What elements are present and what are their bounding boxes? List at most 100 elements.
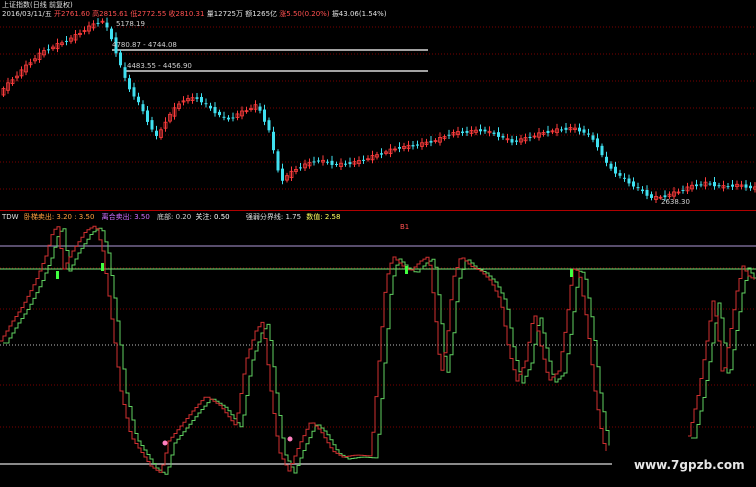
candle-body bbox=[272, 131, 275, 151]
info-change: 涨5.50(0.20%) bbox=[279, 10, 330, 18]
candle-body bbox=[510, 139, 514, 143]
candle-body bbox=[749, 185, 752, 189]
candle-body bbox=[137, 96, 140, 103]
candle-body bbox=[312, 161, 316, 163]
oscillator-green-line-2 bbox=[691, 267, 756, 439]
candle-body bbox=[713, 182, 716, 187]
candle-body bbox=[416, 144, 419, 146]
b1-marker-label: B1 bbox=[400, 223, 410, 231]
candle-body bbox=[335, 163, 338, 165]
candle-body bbox=[591, 135, 595, 140]
candle-body bbox=[636, 187, 640, 189]
candle-body bbox=[497, 132, 500, 137]
candle-body bbox=[600, 145, 604, 156]
info-low: 低2772.55 bbox=[130, 10, 167, 18]
candle-body bbox=[663, 195, 667, 198]
candle-body bbox=[528, 136, 532, 138]
candle-body bbox=[695, 184, 698, 187]
candle-body bbox=[204, 103, 208, 105]
candle-body bbox=[632, 181, 635, 187]
candle-body bbox=[411, 145, 415, 147]
candle-body bbox=[578, 127, 581, 132]
candle-body bbox=[492, 132, 496, 134]
candle-body bbox=[344, 163, 347, 165]
indicator-panel[interactable]: TDW 卧梯卖出: 3.20 : 3.50 离合卖出: 3.50 底部: 0.2… bbox=[0, 211, 756, 487]
candle-body bbox=[362, 159, 365, 161]
candle-body bbox=[65, 40, 68, 42]
resistance-level-2-label: 4483.55 - 4456.90 bbox=[127, 62, 192, 70]
buy-signal-marker-0 bbox=[162, 440, 168, 446]
peak-price-label: 5178.19 bbox=[116, 20, 145, 28]
candle-body bbox=[560, 129, 563, 131]
candle-body bbox=[213, 107, 217, 114]
oscillator-red-line-2 bbox=[688, 265, 755, 437]
candle-body bbox=[209, 105, 212, 109]
candle-body bbox=[105, 22, 109, 28]
candle-body bbox=[461, 131, 464, 133]
candle-body bbox=[380, 153, 383, 155]
legend-item-3: 关注: 0.50 bbox=[195, 213, 230, 221]
candle-body bbox=[645, 189, 649, 196]
candle-body bbox=[546, 130, 550, 133]
candle-body bbox=[150, 120, 154, 130]
candle-body bbox=[681, 189, 685, 191]
candle-body bbox=[501, 136, 505, 138]
watermark-box: www.7gpzb.com bbox=[612, 450, 756, 487]
candle-body bbox=[627, 178, 631, 184]
sell-signal-marker-2 bbox=[405, 266, 408, 274]
sell-signal-marker-1 bbox=[101, 263, 104, 271]
candle-body bbox=[483, 129, 487, 132]
price-chart-panel[interactable]: 上证指数(日线 前复权) 2016/03/11/五 开2761.60 高2815… bbox=[0, 0, 756, 210]
info-amplitude: 振43.06(1.54%) bbox=[331, 10, 387, 18]
indicator-legend: TDW 卧梯卖出: 3.20 : 3.50 离合卖出: 3.50 底部: 0.2… bbox=[2, 213, 340, 222]
info-close: 收2810.31 bbox=[168, 10, 205, 18]
candle-body bbox=[146, 110, 149, 122]
info-open: 开2761.60 bbox=[53, 10, 90, 18]
watermark-text: www.7gpzb.com bbox=[634, 458, 745, 472]
candle-body bbox=[726, 186, 730, 188]
resistance-level-1-label: 4780.87 - 4744.08 bbox=[112, 41, 177, 49]
candle-body bbox=[276, 151, 280, 171]
candle-body bbox=[195, 97, 199, 99]
candle-body bbox=[110, 28, 113, 40]
ohlc-info-bar: 2016/03/11/五 开2761.60 高2815.61 低2772.55 … bbox=[2, 10, 387, 19]
candle-body bbox=[564, 127, 568, 130]
candle-body bbox=[263, 109, 266, 122]
legend-item-0: 卧梯卖出: 3.20 : 3.50 bbox=[23, 213, 95, 221]
header-title: 上证指数(日线 前复权) bbox=[2, 1, 73, 9]
candle-body bbox=[465, 130, 469, 133]
candle-body bbox=[623, 177, 626, 179]
candle-body bbox=[429, 140, 433, 143]
candle-body bbox=[515, 140, 518, 142]
candle-body bbox=[231, 117, 235, 119]
candle-body bbox=[717, 185, 721, 187]
candle-body bbox=[281, 168, 284, 181]
candle-body bbox=[447, 134, 451, 136]
candle-body bbox=[227, 117, 230, 120]
candle-body bbox=[479, 129, 482, 132]
legend-item-4: 强弱分界线: 1.75 bbox=[245, 213, 302, 221]
oscillator-green-line bbox=[3, 227, 610, 475]
candle-body bbox=[218, 111, 221, 116]
candle-body bbox=[582, 129, 586, 133]
candle-body bbox=[141, 104, 145, 112]
bottom-price-label: 2638.30 bbox=[661, 198, 690, 206]
candle-body bbox=[200, 96, 203, 103]
candle-body bbox=[398, 147, 401, 149]
candle-body bbox=[222, 116, 226, 118]
oscillator-chart[interactable] bbox=[0, 211, 756, 487]
candle-body bbox=[614, 166, 617, 174]
legend-item-5: 数值: 2.58 bbox=[306, 213, 341, 221]
candle-body bbox=[596, 138, 599, 148]
indicator-name[interactable]: TDW bbox=[2, 213, 19, 221]
candle-body bbox=[47, 49, 50, 51]
candlestick-chart[interactable] bbox=[0, 0, 756, 210]
candle-body bbox=[618, 173, 622, 176]
candle-body bbox=[155, 130, 158, 136]
candle-body bbox=[258, 106, 262, 111]
info-date: 2016/03/11/五 bbox=[2, 10, 52, 18]
candle-body bbox=[650, 194, 653, 198]
legend-item-1: 离合卖出: 3.50 bbox=[101, 213, 150, 221]
candle-body bbox=[641, 189, 644, 192]
candle-body bbox=[699, 184, 703, 186]
